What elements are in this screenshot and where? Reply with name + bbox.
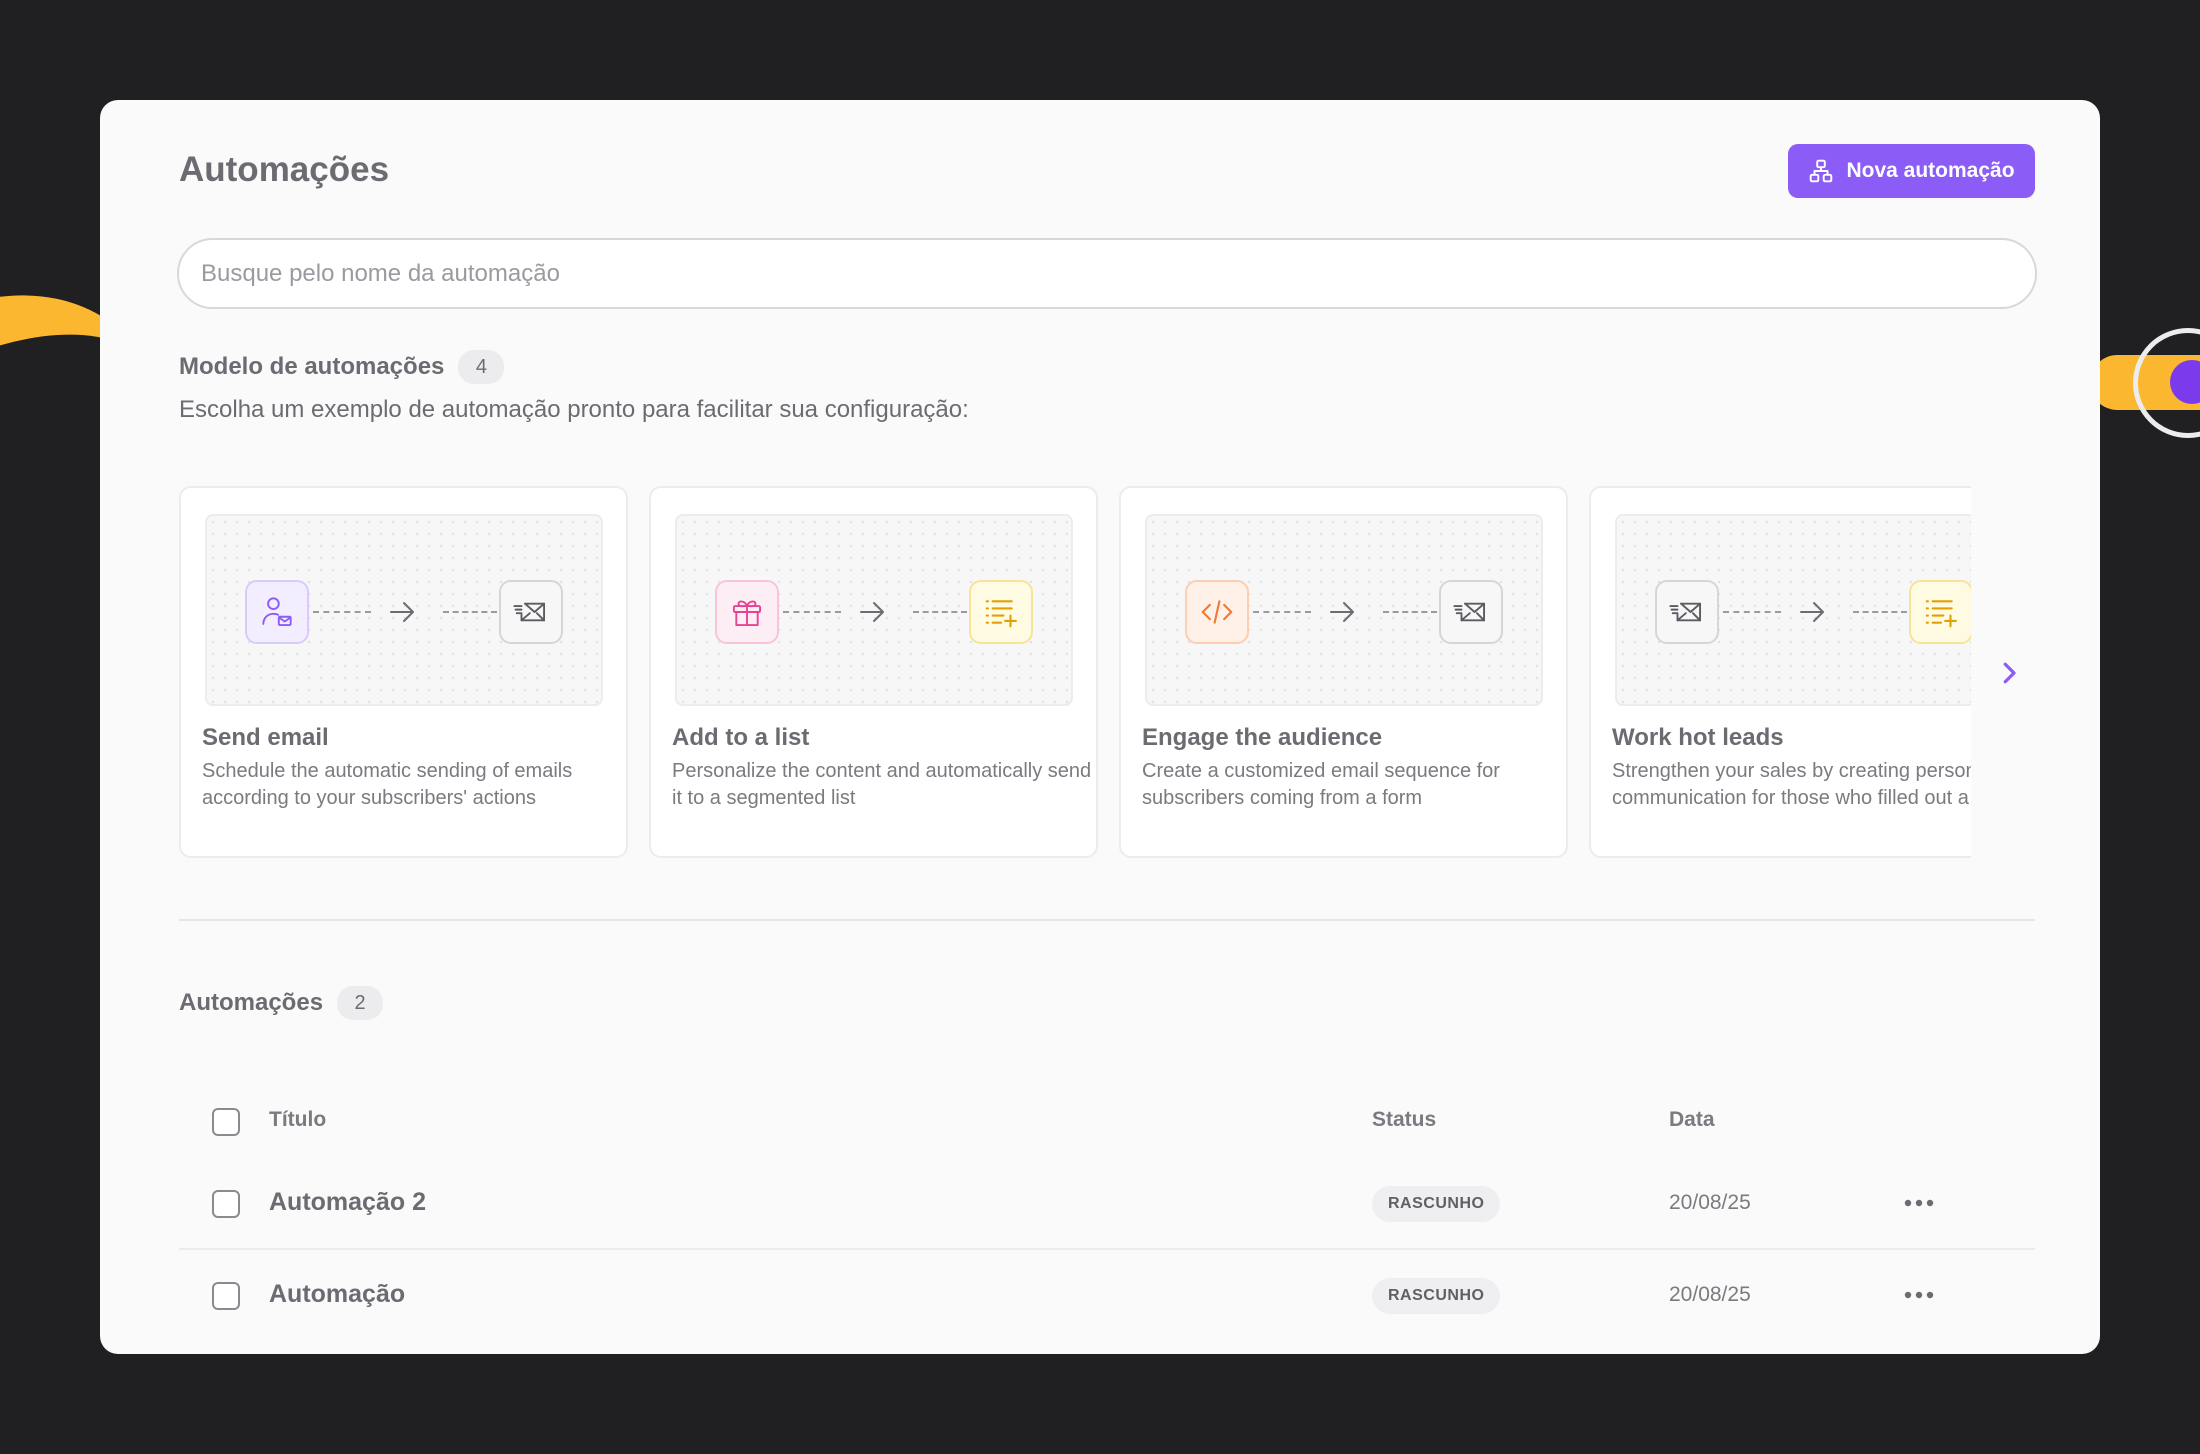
column-header-title: Título — [269, 1108, 327, 1131]
workflow-icon — [1808, 158, 1834, 184]
arrow-right-icon — [860, 602, 884, 622]
arrow-right-icon — [390, 602, 414, 622]
templates-header: Modelo de automações 4 — [179, 350, 505, 384]
row-more-options-button[interactable] — [1899, 1188, 1939, 1218]
templates-title: Modelo de automações — [179, 353, 445, 380]
automations-window: Automações Nova automação Modelo de auto… — [100, 100, 2100, 1354]
carousel-next-button[interactable] — [1992, 656, 2026, 690]
template-card-engage-audience[interactable]: Engage the audience Create a customized … — [1119, 486, 1568, 858]
template-title: Add to a list — [672, 724, 810, 751]
automation-date: 20/08/25 — [1669, 1283, 1751, 1306]
automation-title[interactable]: Automação — [269, 1280, 405, 1309]
column-header-status: Status — [1372, 1108, 1437, 1131]
status-badge: RASCUNHO — [1372, 1186, 1501, 1222]
template-description: Strengthen your sales by creating person… — [1612, 760, 1971, 809]
template-card-send-email[interactable]: Send email Schedule the automatic sendin… — [179, 486, 628, 858]
flow-connector — [913, 611, 967, 613]
user-mail-icon — [245, 580, 309, 644]
send-mail-icon — [499, 580, 563, 644]
template-flow-preview — [675, 514, 1073, 706]
templates-carousel: Send email Schedule the automatic sendin… — [179, 486, 1971, 860]
flow-connector — [783, 611, 841, 613]
table-row[interactable]: Automação RASCUNHO 20/08/25 — [179, 1250, 2035, 1342]
template-description: Schedule the automatic sending of emails… — [202, 760, 573, 809]
arrow-right-icon — [1800, 602, 1824, 622]
flow-connector — [1253, 611, 1311, 613]
flow-connector — [313, 611, 371, 613]
more-horizontal-icon — [1904, 1291, 1934, 1299]
row-more-options-button[interactable] — [1899, 1280, 1939, 1310]
gift-icon — [715, 580, 779, 644]
template-flow-preview — [1615, 514, 1971, 706]
list-add-icon — [969, 580, 1033, 644]
new-automation-label: Nova automação — [1846, 159, 2015, 182]
automations-header: Automações 2 — [179, 986, 384, 1020]
template-description: Personalize the content and automaticall… — [672, 760, 1092, 809]
flow-connector — [1853, 611, 1907, 613]
more-horizontal-icon — [1904, 1199, 1934, 1207]
row-checkbox[interactable] — [212, 1190, 240, 1218]
flow-connector — [1723, 611, 1781, 613]
template-title: Send email — [202, 724, 329, 751]
table-header: Título Status Data — [179, 1090, 2035, 1152]
template-flow-preview — [1145, 514, 1543, 706]
send-mail-icon — [1439, 580, 1503, 644]
select-all-checkbox[interactable] — [212, 1108, 240, 1136]
template-description: Create a customized email sequence for s… — [1142, 760, 1500, 809]
page-title: Automações — [179, 150, 390, 189]
code-icon — [1185, 580, 1249, 644]
row-checkbox[interactable] — [212, 1282, 240, 1310]
send-mail-icon — [1655, 580, 1719, 644]
templates-subtitle: Escolha um exemplo de automação pronto p… — [179, 396, 969, 423]
automations-count-badge: 2 — [337, 986, 384, 1020]
template-card-add-to-list[interactable]: Add to a list Personalize the content an… — [649, 486, 1098, 858]
flow-connector — [443, 611, 497, 613]
search-input[interactable] — [177, 238, 2037, 309]
column-header-date: Data — [1669, 1108, 1715, 1131]
arrow-right-icon — [1330, 602, 1354, 622]
flow-connector — [1383, 611, 1437, 613]
new-automation-button[interactable]: Nova automação — [1788, 144, 2035, 198]
list-add-icon — [1909, 580, 1971, 644]
templates-count-badge: 4 — [458, 350, 505, 384]
section-divider — [179, 919, 2035, 921]
automation-title[interactable]: Automação 2 — [269, 1188, 426, 1217]
automations-title: Automações — [179, 989, 324, 1016]
table-row[interactable]: Automação 2 RASCUNHO 20/08/25 — [179, 1158, 2035, 1250]
chevron-right-icon — [2003, 662, 2016, 684]
automation-date: 20/08/25 — [1669, 1191, 1751, 1214]
template-flow-preview — [205, 514, 603, 706]
status-badge: RASCUNHO — [1372, 1278, 1501, 1314]
template-card-work-hot-leads[interactable]: Work hot leads Strengthen your sales by … — [1589, 486, 1971, 858]
template-title: Engage the audience — [1142, 724, 1383, 751]
template-title: Work hot leads — [1612, 724, 1784, 751]
